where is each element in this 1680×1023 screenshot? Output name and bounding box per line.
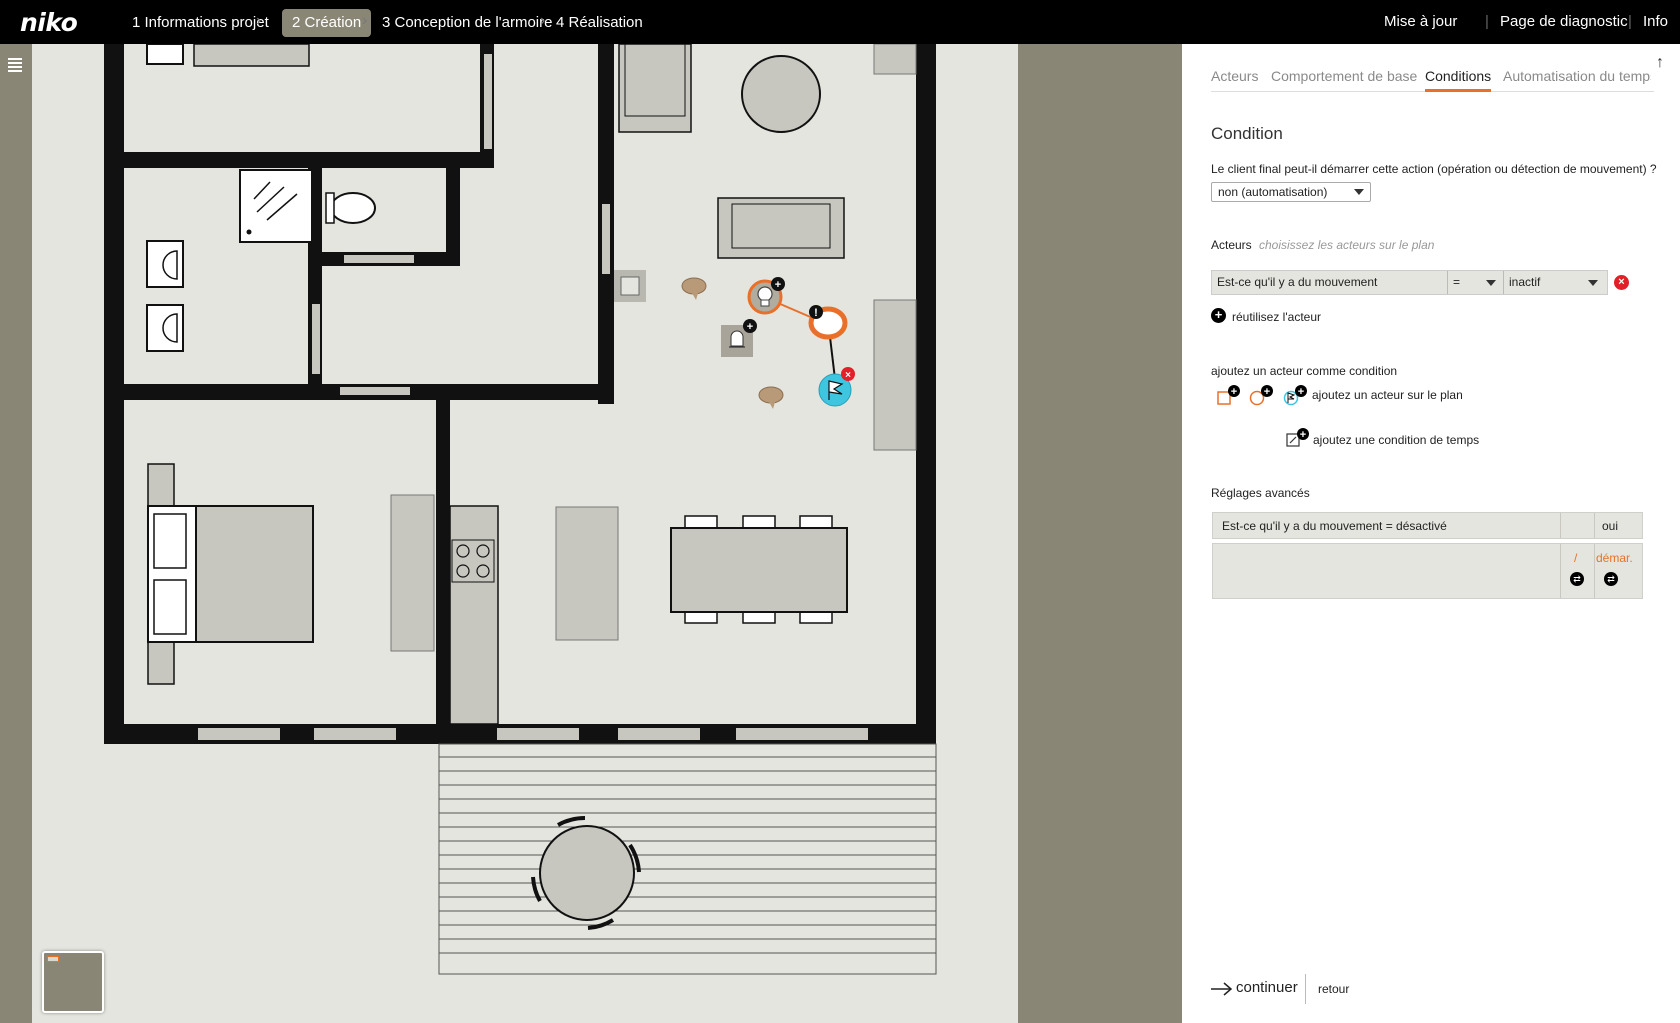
condition-value-text: inactif — [1509, 275, 1541, 289]
plus-circle-icon[interactable]: + — [1211, 308, 1226, 323]
floor-plan[interactable]: + + ! × — [32, 44, 1018, 1023]
advanced-row: Est-ce qu'il y a du mouvement = désactiv… — [1212, 512, 1643, 539]
add-square-actor-icon[interactable]: + — [1216, 384, 1240, 408]
advanced-row-value[interactable]: oui — [1602, 519, 1618, 533]
divider — [1305, 974, 1306, 1004]
advanced-settings-label: Réglages avancés — [1211, 486, 1310, 500]
floor-plan-drawing: + + ! × — [104, 44, 937, 975]
divider — [1594, 544, 1595, 598]
tab-automatisation-du-temps[interactable]: Automatisation du temps — [1503, 66, 1651, 92]
scroll-up-icon[interactable]: ↑ — [1656, 54, 1664, 72]
swap-icon[interactable]: ⇄ — [1604, 572, 1618, 586]
actors-label: Acteurs — [1211, 238, 1252, 252]
tab-bar: Acteurs Comportement de base Conditions … — [1211, 66, 1654, 92]
app-root: niko 1 Informations projet › 2 Création … — [0, 0, 1680, 1023]
chevron-down-icon — [1588, 280, 1598, 286]
properties-panel: ↑ Acteurs Comportement de base Condition… — [1182, 44, 1680, 1023]
tab-acteurs[interactable]: Acteurs — [1211, 66, 1258, 92]
minimap[interactable] — [42, 951, 104, 1013]
step-realisation[interactable]: 4 Réalisation — [546, 9, 653, 37]
add-actor-on-plan-link[interactable]: ajoutez un acteur sur le plan — [1312, 388, 1463, 402]
svg-text:+: + — [1264, 386, 1270, 398]
condition-subject[interactable]: Est-ce qu'il y a du mouvement — [1212, 271, 1447, 294]
chevron-down-icon — [1354, 189, 1364, 195]
divider — [1560, 544, 1561, 598]
svg-text:×: × — [845, 370, 851, 381]
continue-button[interactable]: continuer — [1236, 979, 1298, 996]
chevron-down-icon — [1486, 280, 1496, 286]
step-creation[interactable]: 2 Création — [282, 9, 372, 37]
advanced-start-label: démar. — [1596, 551, 1633, 565]
top-bar: niko 1 Informations projet › 2 Création … — [0, 0, 1680, 44]
condition-operator-value: = — [1453, 275, 1461, 289]
divider — [1560, 513, 1561, 538]
svg-text:+: + — [1298, 386, 1304, 398]
delete-condition-icon[interactable]: × — [1614, 275, 1629, 290]
arrow-right-icon — [1211, 982, 1233, 996]
section-title-condition: Condition — [1211, 124, 1283, 143]
divider — [1594, 513, 1595, 538]
back-button[interactable]: retour — [1318, 982, 1349, 996]
add-circle-actor-icon[interactable]: + — [1249, 384, 1273, 408]
add-time-condition-icon[interactable]: + — [1285, 428, 1309, 452]
left-strip — [0, 44, 32, 1023]
niko-logo: niko — [20, 8, 78, 37]
add-time-condition-link[interactable]: ajoutez une condition de temps — [1313, 433, 1479, 447]
advanced-row-text: Est-ce qu'il y a du mouvement = désactiv… — [1222, 519, 1447, 533]
step-conception-armoire[interactable]: 3 Conception de l'armoire — [372, 9, 562, 37]
divider: | — [1485, 13, 1489, 30]
divider: | — [1628, 13, 1632, 30]
tab-conditions[interactable]: Conditions — [1425, 66, 1492, 92]
swap-icon[interactable]: ⇄ — [1570, 572, 1584, 586]
start-mode-value: non (automatisation) — [1218, 185, 1328, 199]
chevron-right-icon: › — [362, 12, 368, 29]
svg-text:+: + — [1231, 386, 1237, 398]
chevron-right-icon: › — [540, 12, 546, 29]
start-question: Le client final peut-il démarrer cette a… — [1211, 162, 1657, 176]
reuse-actor-link[interactable]: réutilisez l'acteur — [1232, 310, 1321, 324]
add-flag-actor-icon[interactable]: + — [1283, 384, 1307, 408]
start-mode-select[interactable]: non (automatisation) — [1211, 182, 1371, 202]
condition-operator-select[interactable]: = — [1448, 271, 1503, 294]
svg-text:!: ! — [814, 307, 818, 319]
advanced-row-empty: / démar. ⇄ ⇄ — [1212, 543, 1643, 599]
menu-icon[interactable] — [8, 58, 22, 74]
link-page-diagnostic[interactable]: Page de diagnostic — [1500, 13, 1628, 30]
tab-comportement-de-base[interactable]: Comportement de base — [1271, 66, 1417, 92]
condition-value-select[interactable]: inactif — [1504, 271, 1607, 294]
svg-text:+: + — [1300, 429, 1306, 441]
link-mise-a-jour[interactable]: Mise à jour — [1384, 13, 1457, 30]
add-actor-condition-label: ajoutez un acteur comme condition — [1211, 364, 1398, 378]
advanced-slash: / — [1574, 551, 1578, 565]
plan-margin — [1018, 44, 1182, 1023]
svg-text:+: + — [747, 321, 753, 333]
chevron-right-icon: › — [256, 12, 262, 29]
actors-hint: choisissez les acteurs sur le plan — [1259, 238, 1435, 252]
link-info[interactable]: Info — [1643, 13, 1668, 30]
minimap-viewport[interactable] — [47, 956, 59, 962]
svg-text:+: + — [775, 279, 781, 291]
condition-row: Est-ce qu'il y a du mouvement = inactif — [1211, 270, 1608, 295]
